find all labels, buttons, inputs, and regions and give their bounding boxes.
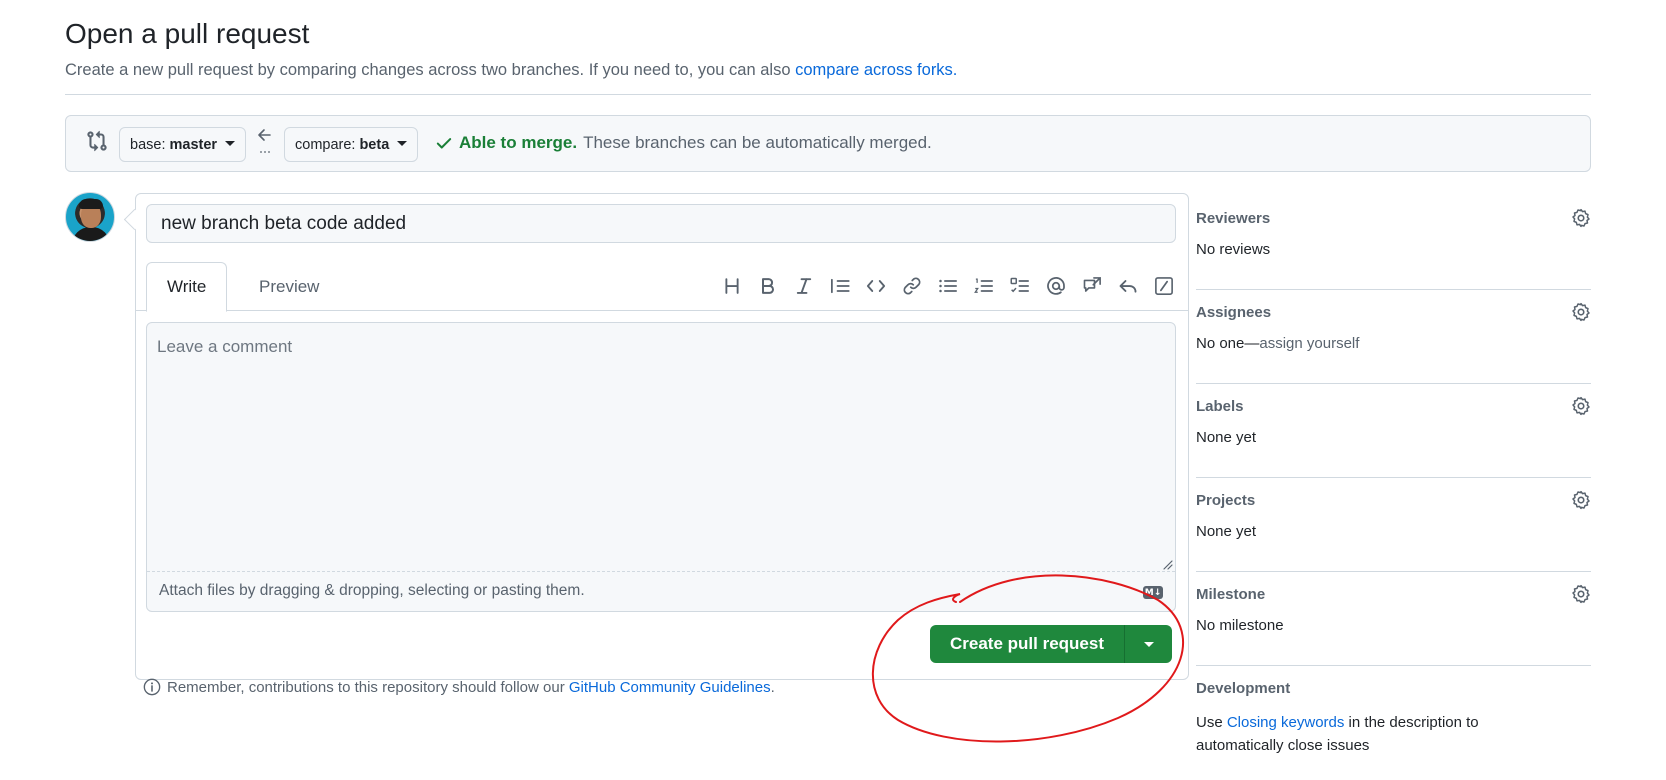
git-compare-icon (87, 130, 107, 152)
projects-heading[interactable]: Projects (1196, 492, 1255, 509)
base-branch-name: master (169, 136, 218, 153)
bold-icon (762, 278, 774, 294)
base-branch-select[interactable]: base: master (119, 127, 247, 162)
subtitle-text: Create a new pull request by comparing c… (65, 61, 796, 79)
mention-button[interactable] (1044, 274, 1068, 298)
labels-value: None yet (1196, 429, 1257, 446)
editor-tabs: Write Preview (136, 262, 1188, 312)
sidebar-labels: Labels None yet (1196, 384, 1591, 478)
quote-button[interactable] (828, 274, 852, 298)
tab-write[interactable]: Write (146, 262, 228, 312)
slash-commands-button[interactable] (1152, 274, 1176, 298)
contribution-guidelines-note: Remember, contributions to this reposito… (143, 678, 775, 696)
development-heading: Development (1196, 680, 1291, 697)
create-pull-request-button[interactable]: Create pull request (930, 625, 1124, 663)
compare-label: compare: (295, 136, 356, 153)
tab-preview[interactable]: Preview (239, 262, 339, 312)
pr-sidebar: Reviewers No reviews Assignees No one—as… (1196, 196, 1591, 776)
mention-icon (1047, 277, 1065, 295)
gear-icon[interactable] (1571, 490, 1591, 510)
merge-status-ok: Able to merge. (459, 133, 578, 152)
sidebar-milestone: Milestone No milestone (1196, 572, 1591, 666)
compare-branch-name: beta (359, 136, 390, 153)
merge-status-desc: These branches can be automatically merg… (583, 133, 932, 152)
link-button[interactable] (900, 274, 924, 298)
info-icon (143, 678, 161, 696)
ordered-list-icon (974, 278, 993, 293)
guidelines-text: Remember, contributions to this reposito… (167, 678, 569, 696)
heading-icon (725, 278, 739, 294)
code-button[interactable] (864, 274, 888, 298)
check-icon (436, 138, 452, 149)
compare-across-forks-link[interactable]: compare across forks. (795, 61, 957, 79)
branch-compare-bar: base: master compare: beta Able to merge… (65, 115, 1591, 172)
assign-yourself-link[interactable]: assign yourself (1259, 335, 1359, 352)
reviewers-heading[interactable]: Reviewers (1196, 210, 1270, 227)
attach-files-hint[interactable]: Attach files by dragging & dropping, sel… (159, 582, 585, 600)
markdown-icon[interactable]: M↓ (1143, 586, 1163, 599)
base-label: base: (130, 136, 166, 153)
title-divider (65, 94, 1591, 95)
development-value: Use Closing keywords in the description … (1196, 714, 1479, 754)
sidebar-reviewers: Reviewers No reviews (1196, 196, 1591, 290)
reviewers-value: No reviews (1196, 241, 1271, 258)
pull-request-form: Write Preview (135, 193, 1189, 680)
assignees-heading[interactable]: Assignees (1196, 304, 1271, 321)
markdown-toolbar (720, 274, 1176, 298)
sidebar-projects: Projects None yet (1196, 478, 1591, 572)
compare-branch-select[interactable]: compare: beta (284, 127, 419, 162)
page-title: Open a pull request (65, 18, 310, 49)
code-icon (866, 280, 886, 292)
milestone-heading[interactable]: Milestone (1196, 586, 1265, 603)
community-guidelines-link[interactable]: GitHub Community Guidelines (569, 679, 771, 696)
heading-button[interactable] (720, 274, 744, 298)
labels-heading[interactable]: Labels (1196, 398, 1244, 415)
chevron-down-icon (225, 141, 236, 146)
sidebar-assignees: Assignees No one—assign yourself (1196, 290, 1591, 384)
submit-button-group: Create pull request (930, 625, 1172, 663)
slash-command-icon (1155, 277, 1173, 295)
merge-status: Able to merge. These branches can be aut… (435, 133, 932, 153)
milestone-value: No milestone (1196, 617, 1284, 634)
resize-handle-icon[interactable] (1161, 558, 1173, 570)
gear-icon[interactable] (1571, 584, 1591, 604)
assignees-value: No one—assign yourself (1196, 335, 1360, 352)
italic-icon (796, 278, 812, 294)
arrow-left-icon (258, 129, 271, 153)
closing-keywords-link[interactable]: Closing keywords (1227, 714, 1345, 731)
projects-value: None yet (1196, 523, 1257, 540)
comment-editor: Attach files by dragging & dropping, sel… (146, 322, 1176, 612)
page-subtitle: Create a new pull request by comparing c… (65, 61, 957, 80)
gear-icon[interactable] (1571, 302, 1591, 322)
chevron-down-icon (1143, 641, 1154, 647)
reply-icon (1119, 280, 1137, 293)
ordered-list-button[interactable] (972, 274, 996, 298)
gear-icon[interactable] (1571, 396, 1591, 416)
pr-title-input[interactable] (146, 204, 1176, 243)
gear-icon[interactable] (1571, 208, 1591, 228)
chevron-down-icon (397, 141, 408, 146)
quote-icon (831, 278, 850, 294)
bold-button[interactable] (756, 274, 780, 298)
task-list-icon (1010, 277, 1029, 293)
cross-reference-icon (1083, 277, 1101, 292)
sidebar-development: Development Use Closing keywords in the … (1196, 666, 1591, 776)
comment-textarea[interactable] (147, 323, 1175, 572)
link-icon (903, 277, 921, 295)
italic-button[interactable] (792, 274, 816, 298)
avatar (65, 192, 115, 242)
create-options-dropdown[interactable] (1124, 625, 1172, 663)
saved-replies-button[interactable] (1116, 274, 1140, 298)
reference-button[interactable] (1080, 274, 1104, 298)
task-list-button[interactable] (1008, 274, 1032, 298)
unordered-list-icon (939, 279, 957, 293)
unordered-list-button[interactable] (936, 274, 960, 298)
